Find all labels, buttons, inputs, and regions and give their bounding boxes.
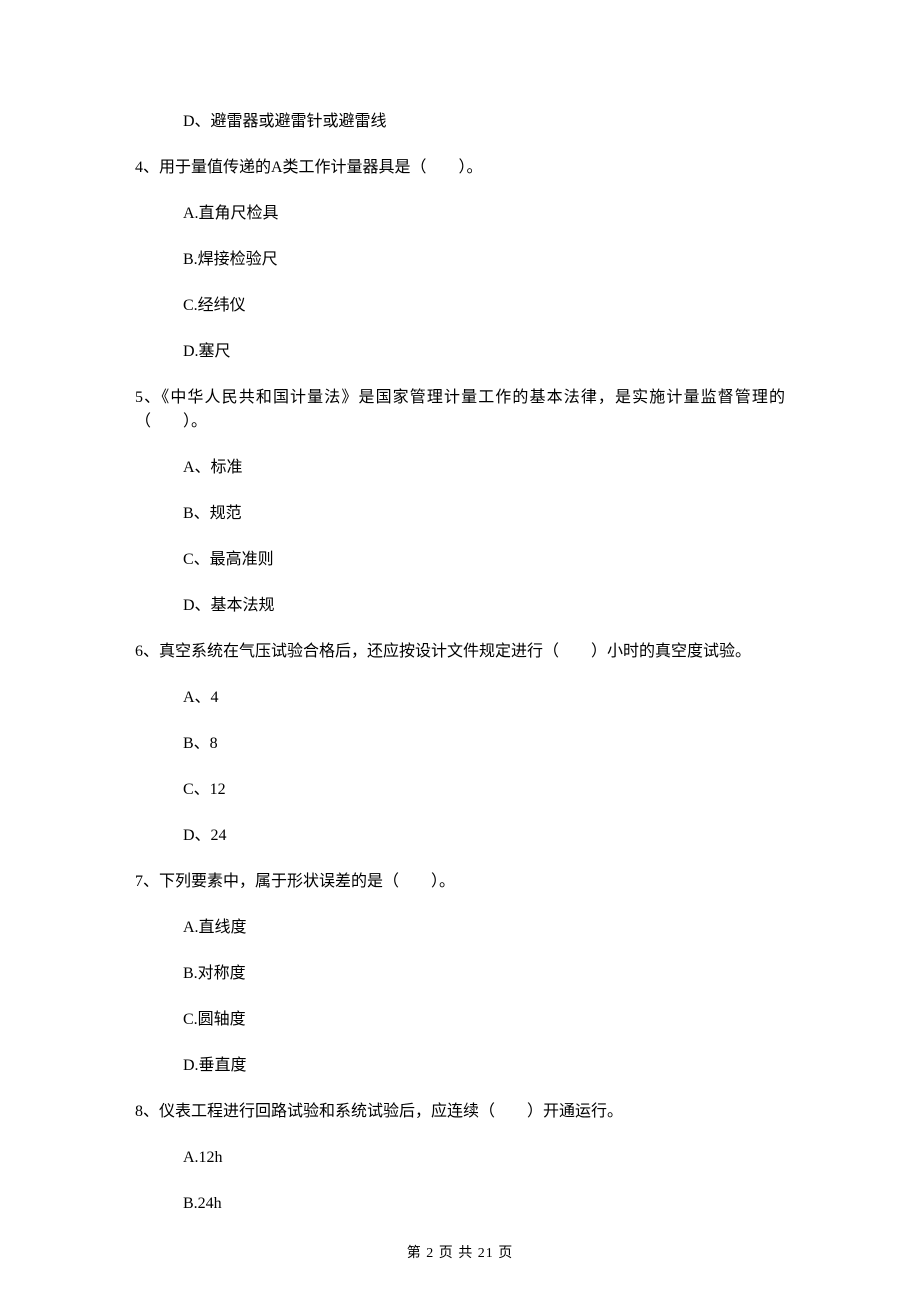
question-text: 4、用于量值传递的A类工作计量器具是（ ）。 bbox=[135, 156, 785, 180]
option-text: A、4 bbox=[183, 686, 785, 710]
option-text: A.12h bbox=[183, 1146, 785, 1170]
option-text: A、标准 bbox=[183, 456, 785, 480]
option-text: D.塞尺 bbox=[183, 340, 785, 364]
option-text: C、12 bbox=[183, 778, 785, 802]
option-text: B、8 bbox=[183, 732, 785, 756]
option-text: C、最高准则 bbox=[183, 548, 785, 572]
question-text: 5、《中华人民共和国计量法》是国家管理计量工作的基本法律，是实施计量监督管理的（… bbox=[135, 386, 785, 434]
page-footer: 第 2 页 共 21 页 bbox=[0, 1243, 920, 1264]
option-text: D、24 bbox=[183, 824, 785, 848]
option-text: B.对称度 bbox=[183, 962, 785, 986]
option-text: B、规范 bbox=[183, 502, 785, 526]
option-text: C.圆轴度 bbox=[183, 1008, 785, 1032]
option-text: A.直角尺检具 bbox=[183, 202, 785, 226]
document-body: D、避雷器或避雷针或避雷线 4、用于量值传递的A类工作计量器具是（ ）。 A.直角尺… bbox=[135, 110, 785, 1216]
question-text: 7、下列要素中，属于形状误差的是（ ）。 bbox=[135, 870, 785, 894]
option-text: D.垂直度 bbox=[183, 1054, 785, 1078]
question-text: 8、仪表工程进行回路试验和系统试验后，应连续（ ）开通运行。 bbox=[135, 1100, 785, 1124]
option-text: B.焊接检验尺 bbox=[183, 248, 785, 272]
option-text: D、基本法规 bbox=[183, 594, 785, 618]
option-text: D、避雷器或避雷针或避雷线 bbox=[183, 110, 785, 134]
question-text: 6、真空系统在气压试验合格后，还应按设计文件规定进行（ ）小时的真空度试验。 bbox=[135, 640, 785, 664]
option-text: A.直线度 bbox=[183, 916, 785, 940]
option-text: C.经纬仪 bbox=[183, 294, 785, 318]
option-text: B.24h bbox=[183, 1192, 785, 1216]
